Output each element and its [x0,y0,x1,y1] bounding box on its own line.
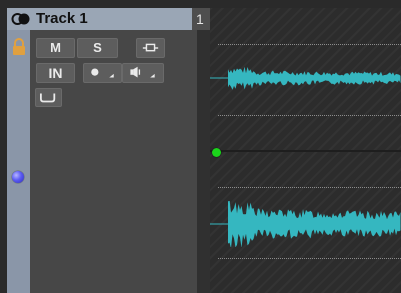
record-arm-button[interactable] [83,63,122,83]
waveform-clip-2[interactable] [210,201,401,247]
lock-icon[interactable] [11,38,27,56]
track-lane[interactable] [210,8,401,293]
fx-insert-button[interactable] [35,88,62,107]
track-name[interactable]: Track 1 [36,10,88,28]
lane-gridline [218,187,401,188]
track-color-strip[interactable] [7,8,30,293]
fx-insert-icon [40,93,56,103]
track-editor: Track 1 1 M S IN [0,0,401,293]
monitor-toggle-icon[interactable] [11,12,31,26]
monitor-button[interactable] [122,63,164,83]
lane-gridline [218,44,401,45]
playhead-icon[interactable] [212,148,221,157]
mute-button[interactable]: M [36,38,75,58]
solo-button[interactable]: S [77,38,118,58]
waveform-clip-1[interactable] [210,58,401,98]
waveform-shape [228,201,401,247]
lane-gridline [218,115,401,116]
panel-divider [197,30,210,293]
waveform-shape [228,66,401,90]
lane-separator [210,150,401,152]
track-number: 1 [192,8,210,30]
monitor-speaker-icon [130,66,155,78]
edit-envelope-icon [142,43,159,52]
track-header[interactable]: Track 1 1 [7,8,210,30]
input-button[interactable]: IN [36,63,75,83]
automation-dot-icon[interactable] [12,171,24,183]
record-arm-icon [91,68,114,78]
edit-envelope-button[interactable] [136,38,165,58]
lane-gridline [218,258,401,259]
